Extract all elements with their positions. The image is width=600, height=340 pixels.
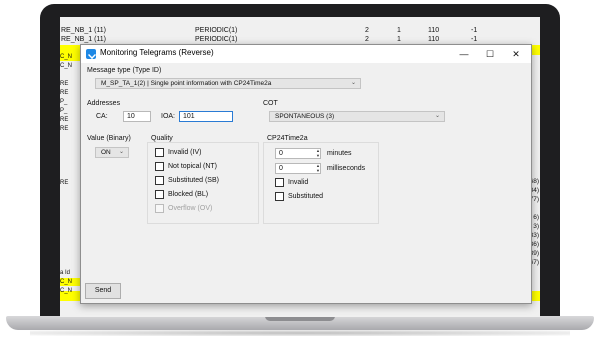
chevron-down-icon: ⌄ <box>434 113 440 119</box>
list-item: RE <box>60 81 69 87</box>
substituted-label: Substituted (SB) <box>168 177 219 184</box>
value-binary-label: Value (Binary) <box>87 135 131 142</box>
ca-input[interactable]: 10 <box>123 111 151 122</box>
time-substituted-checkbox[interactable] <box>275 192 284 201</box>
list-item: RE <box>60 180 69 186</box>
list-item: RE <box>60 126 69 132</box>
cot-select[interactable]: SPONTANEOUS (3) ⌄ <box>269 111 445 122</box>
title-bar[interactable]: Monitoring Telegrams (Reverse) — ☐ ✕ <box>81 45 531 63</box>
message-type-label: Message type (Type ID) <box>87 67 162 74</box>
substituted-checkbox[interactable] <box>155 176 164 185</box>
blocked-label: Blocked (BL) <box>168 191 209 198</box>
minutes-label: minutes <box>327 150 352 157</box>
message-type-value: M_SP_TA_1(2) | Single point information … <box>101 80 272 87</box>
send-button[interactable]: Send <box>85 283 121 299</box>
list-item: P_ <box>60 108 68 114</box>
app-icon <box>86 49 96 59</box>
list-item: RE <box>60 117 69 123</box>
value-binary-value: ON <box>101 149 111 156</box>
monitoring-telegrams-dialog: Monitoring Telegrams (Reverse) — ☐ ✕ Mes… <box>80 44 532 304</box>
list-item: C_N <box>60 288 73 294</box>
cp24time2a-label: CP24Time2a <box>267 135 308 142</box>
time-invalid-checkbox[interactable] <box>275 178 284 187</box>
invalid-label: Invalid (IV) <box>168 149 202 156</box>
list-item: C_N <box>60 53 82 61</box>
cot-label: COT <box>263 100 278 107</box>
cot-value: SPONTANEOUS (3) <box>275 113 335 120</box>
dialog-title: Monitoring Telegrams (Reverse) <box>100 48 214 57</box>
time-substituted-label: Substituted <box>288 193 324 200</box>
minimize-button[interactable]: — <box>451 46 477 62</box>
ioa-input[interactable]: 101 <box>179 111 233 122</box>
close-button[interactable]: ✕ <box>503 46 529 62</box>
quality-label: Quality <box>151 135 173 142</box>
time-invalid-label: Invalid <box>288 179 309 186</box>
invalid-checkbox[interactable] <box>155 148 164 157</box>
overflow-label: Overflow (OV) <box>168 205 213 212</box>
value-binary-select[interactable]: ON ⌄ <box>95 147 129 158</box>
milliseconds-stepper[interactable]: ▲ ▼ <box>315 163 321 174</box>
blocked-checkbox[interactable] <box>155 190 164 199</box>
message-type-select[interactable]: M_SP_TA_1(2) | Single point information … <box>95 78 361 89</box>
chevron-down-icon: ⌄ <box>118 149 124 155</box>
not-topical-checkbox[interactable] <box>155 162 164 171</box>
ca-label: CA: <box>96 113 108 120</box>
list-item: C_N <box>60 278 82 286</box>
chevron-down-icon: ⌄ <box>350 80 356 86</box>
screen: RE_NB_1 (11) PERIODIC(1) 2 1 110 -1 RE_N… <box>60 17 540 317</box>
list-item: RE <box>60 90 69 96</box>
ioa-label: IOA: <box>161 113 176 120</box>
laptop-shadow <box>30 330 570 336</box>
overflow-checkbox <box>155 204 164 213</box>
addresses-label: Addresses <box>87 100 121 107</box>
not-topical-label: Not topical (NT) <box>168 163 218 170</box>
list-item: a Id <box>60 270 71 276</box>
list-item: C_N <box>60 63 73 69</box>
list-item: P_ <box>60 99 68 105</box>
maximize-button[interactable]: ☐ <box>477 46 503 62</box>
milliseconds-label: milliseconds <box>327 165 366 172</box>
minutes-stepper[interactable]: ▲ ▼ <box>315 148 321 159</box>
